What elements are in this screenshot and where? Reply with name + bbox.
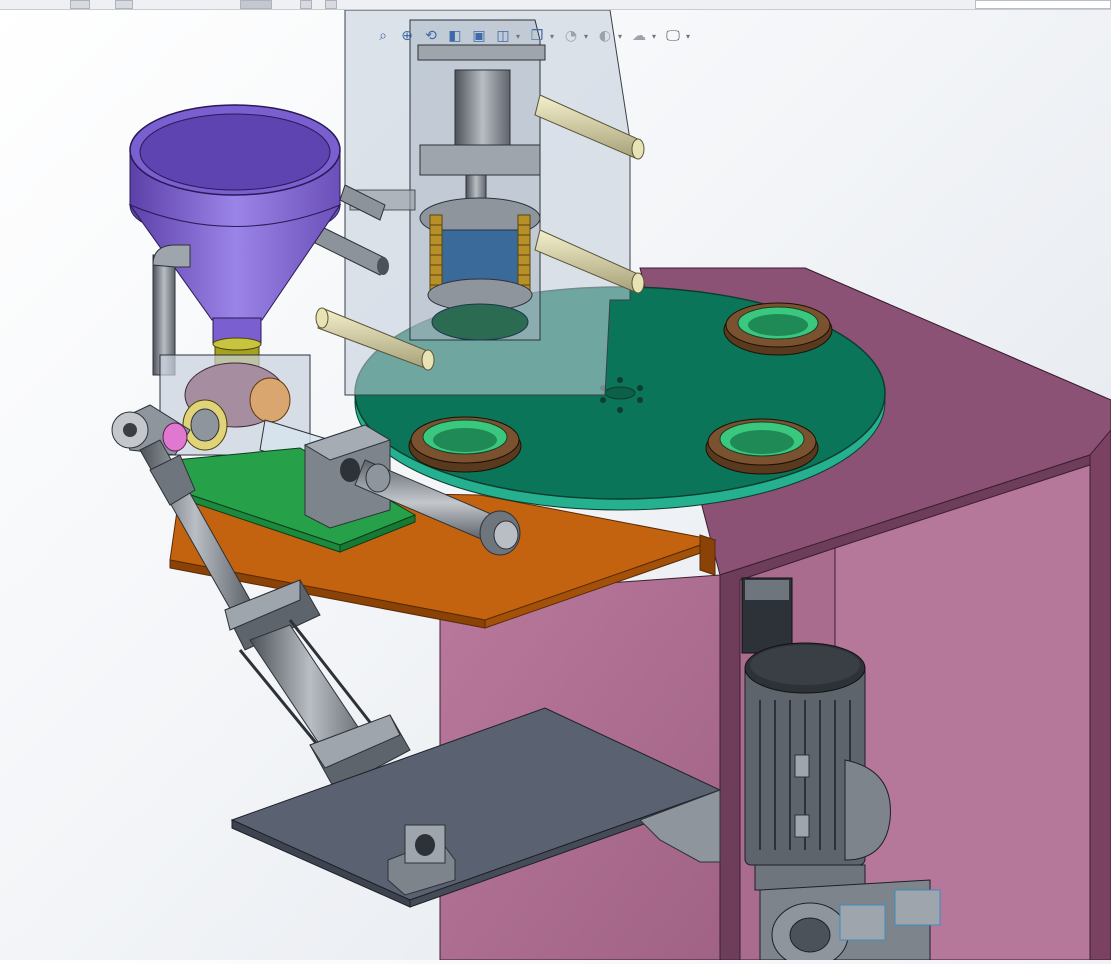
menu-bar (0, 0, 1111, 10)
edit-appearance-icon[interactable]: ◐ (594, 25, 616, 47)
search-input[interactable] (975, 0, 1111, 9)
menu-button-5[interactable] (325, 0, 337, 9)
apply-scene-dropdown-icon[interactable]: ▾ (652, 32, 660, 41)
section-view-icon[interactable]: ◧ (444, 25, 466, 47)
cad-model (111, 9, 1111, 964)
view-settings-icon[interactable]: 🖵 (662, 25, 684, 47)
graphics-viewport[interactable]: ⌕ ⊕ ⟲ ◧ ▣ ◫ ▾ ❒ ▾ ◔ ▾ ◐ ▾ ☁ ▾ 🖵 ▾ (0, 9, 1111, 964)
view-settings-dropdown-icon[interactable]: ▾ (686, 32, 694, 41)
hide-show-dropdown-icon[interactable]: ▾ (584, 32, 592, 41)
stepper-motor (741, 577, 793, 654)
display-style-dropdown-icon[interactable]: ▾ (550, 32, 558, 41)
hide-show-items-icon[interactable]: ◔ (560, 25, 582, 47)
menu-button-1[interactable] (70, 0, 90, 9)
spring-right (517, 214, 531, 296)
menu-button-4[interactable] (300, 0, 312, 9)
apply-scene-icon[interactable]: ☁ (628, 25, 650, 47)
zoom-to-fit-icon[interactable]: ⌕ (372, 25, 394, 47)
heads-up-view-toolbar: ⌕ ⊕ ⟲ ◧ ▣ ◫ ▾ ❒ ▾ ◔ ▾ ◐ ▾ ☁ ▾ 🖵 ▾ (372, 24, 694, 48)
cup-front-left (408, 416, 522, 473)
display-style-icon[interactable]: ❒ (526, 25, 548, 47)
previous-view-icon[interactable]: ⟲ (420, 25, 442, 47)
menu-button-3[interactable] (240, 0, 272, 9)
edit-appearance-dropdown-icon[interactable]: ▾ (618, 32, 626, 41)
cup-back-right (723, 302, 833, 356)
dynamic-annotation-icon[interactable]: ▣ (468, 25, 490, 47)
spring-left (429, 214, 443, 296)
cup-front-right (705, 418, 819, 475)
zoom-area-icon[interactable]: ⊕ (396, 25, 418, 47)
view-orientation-icon[interactable]: ◫ (492, 25, 514, 47)
menu-button-2[interactable] (115, 0, 133, 9)
view-orientation-dropdown-icon[interactable]: ▾ (516, 32, 524, 41)
